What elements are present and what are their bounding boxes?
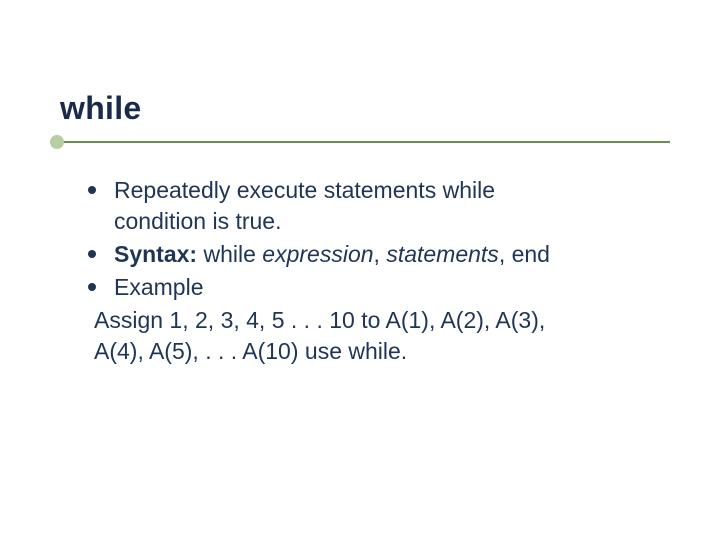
bullet-item: Repeatedly execute statements while cond… <box>88 175 650 237</box>
bullet-item: Example <box>88 272 650 303</box>
bullet-item: Syntax: while expression, statements, en… <box>88 239 650 270</box>
syntax-text: , <box>374 241 387 267</box>
syntax-text: while <box>197 241 262 267</box>
example-line: A(4), A(5), . . . A(10) use while. <box>94 336 650 367</box>
title-rule <box>50 135 670 149</box>
slide-body: Repeatedly execute statements while cond… <box>60 175 660 367</box>
bullet-list: Repeatedly execute statements while cond… <box>88 175 650 303</box>
bullet-text-line: condition is true. <box>114 208 281 234</box>
bullet-text-line: Repeatedly execute statements while <box>114 177 495 203</box>
title-row: while <box>60 90 660 127</box>
bullet-text-line: Example <box>114 274 203 300</box>
example-body: Assign 1, 2, 3, 4, 5 . . . 10 to A(1), A… <box>88 305 650 367</box>
syntax-text: , end <box>499 241 550 267</box>
syntax-statements: statements <box>386 241 499 267</box>
rule-line <box>50 141 670 143</box>
slide-title: while <box>60 90 660 127</box>
example-line: Assign 1, 2, 3, 4, 5 . . . 10 to A(1), A… <box>94 305 650 336</box>
syntax-label: Syntax: <box>114 241 197 267</box>
syntax-expression: expression <box>262 241 373 267</box>
rule-dot-icon <box>50 135 64 149</box>
slide: while Repeatedly execute statements whil… <box>0 0 720 540</box>
